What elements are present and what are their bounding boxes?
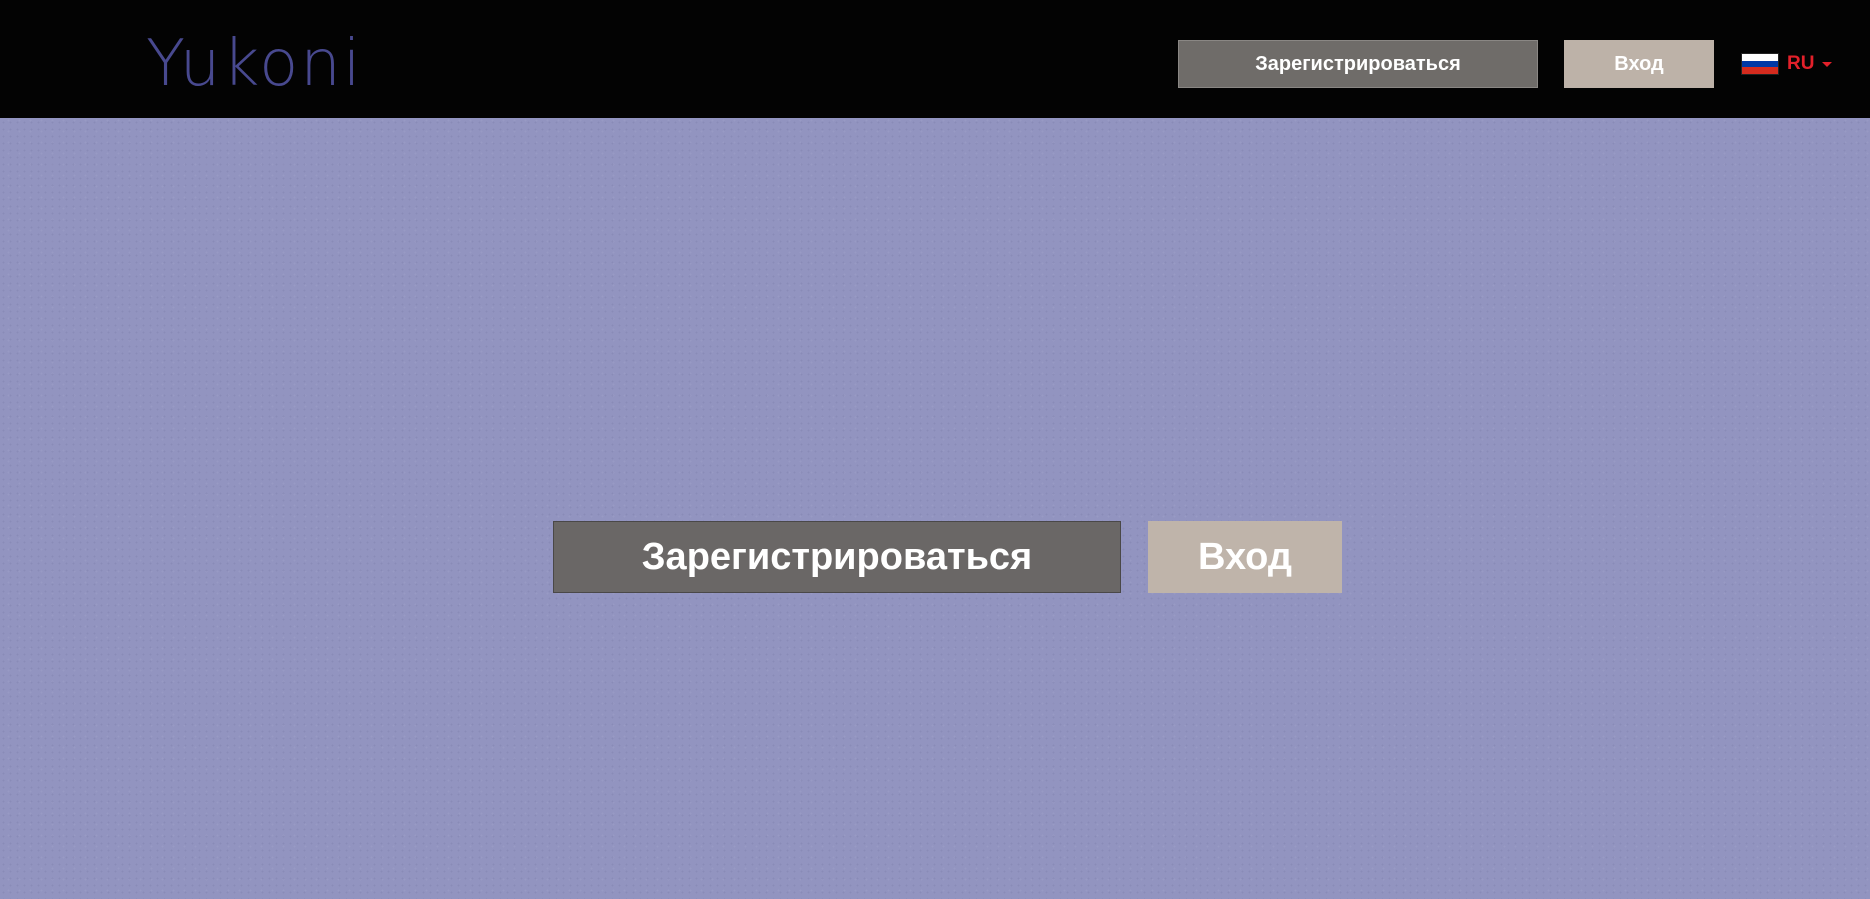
login-button[interactable]: Вход [1148,521,1342,593]
logo[interactable]: Yukoni [146,26,363,102]
language-selector[interactable]: RU [1741,52,1833,76]
russia-flag-icon [1741,53,1779,75]
register-button-header[interactable]: Зарегистрироваться [1178,40,1538,88]
login-button-header[interactable]: Вход [1564,40,1714,88]
register-button[interactable]: Зарегистрироваться [553,521,1121,593]
language-code: RU [1787,53,1815,74]
caret-down-icon [1822,61,1833,67]
top-navbar: Yukoni Зарегистрироваться Вход RU [0,0,1870,118]
